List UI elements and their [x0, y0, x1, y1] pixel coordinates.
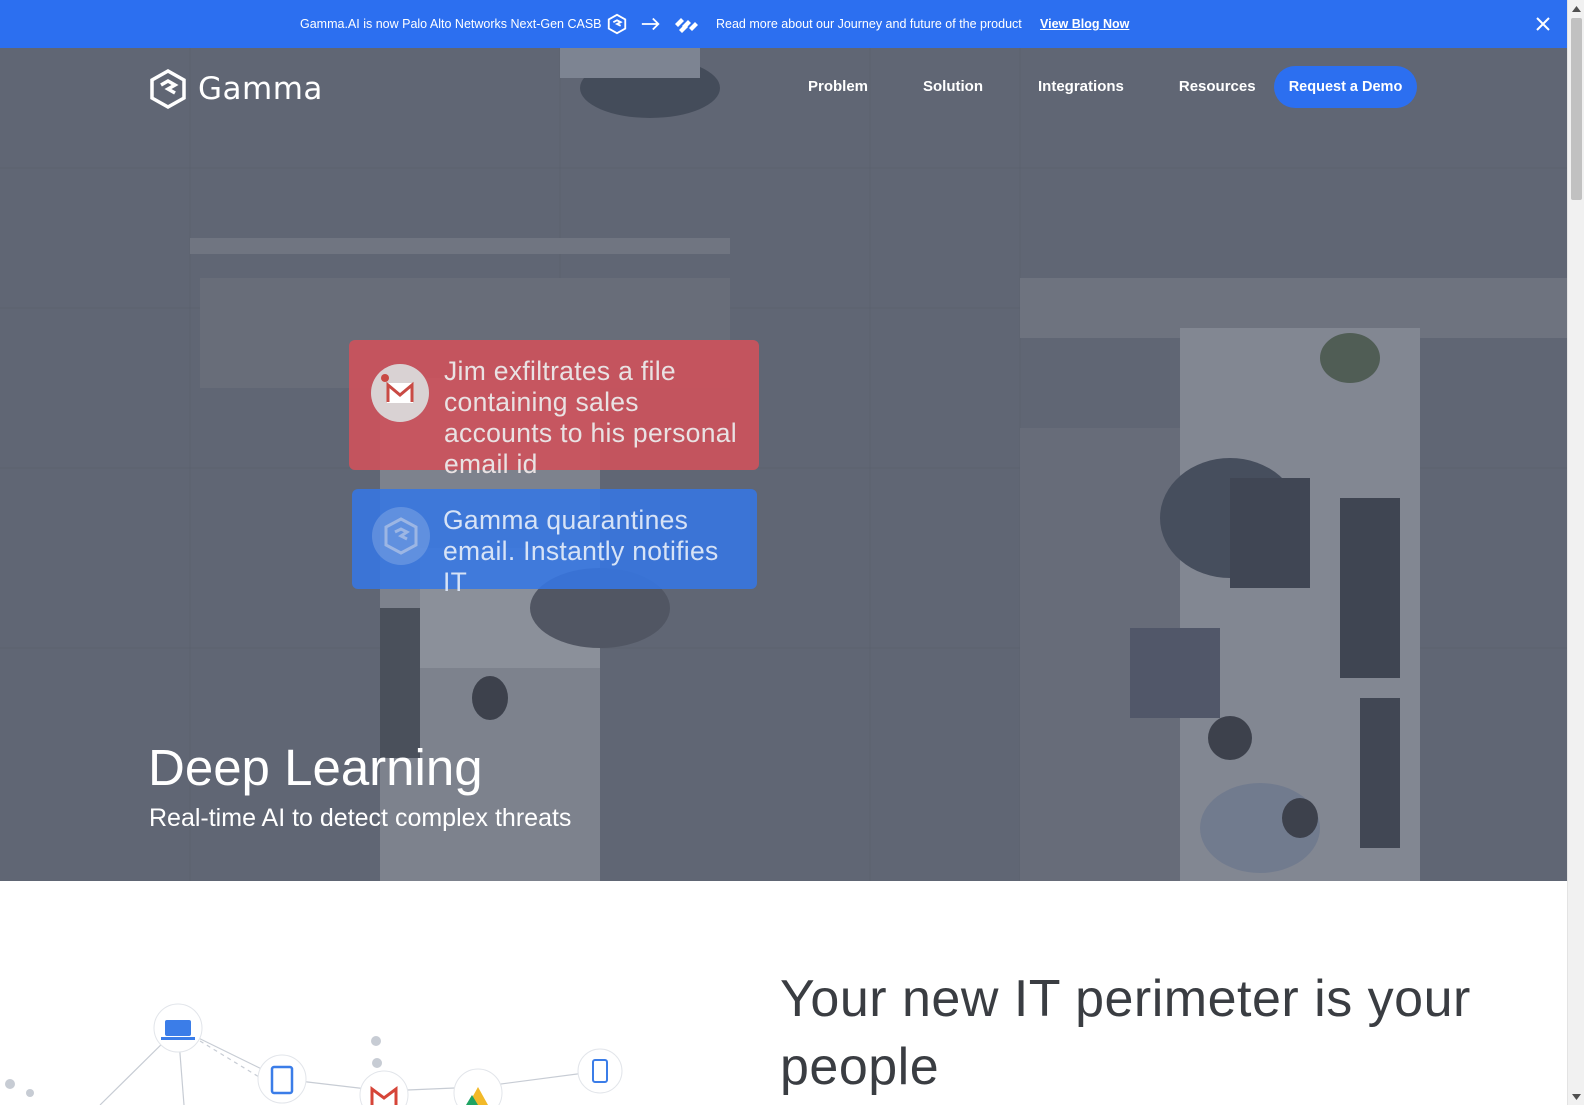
- announcement-banner: Gamma.AI is now Palo Alto Networks Next-…: [0, 0, 1567, 48]
- network-illustration: [5, 1003, 623, 1105]
- nav-resources[interactable]: Resources: [1179, 78, 1256, 95]
- scroll-down-arrow-icon[interactable]: [1568, 1088, 1584, 1105]
- quarantine-card: Gamma quarantines email. Instantly notif…: [352, 489, 757, 597]
- palo-alto-logo-icon: [675, 18, 698, 33]
- gmail-alert-icon: [371, 364, 429, 422]
- perimeter-section: Your new IT perimeter is your people: [0, 881, 1567, 1105]
- view-blog-link[interactable]: View Blog Now: [1040, 17, 1129, 31]
- hero-subtitle: Real-time AI to detect complex threats: [149, 804, 572, 832]
- logo-text: Gamma: [198, 71, 323, 107]
- gamma-logo-icon: [607, 13, 627, 35]
- hero-title: Deep Learning: [148, 739, 483, 796]
- section-heading: Your new IT perimeter is your people: [780, 970, 1471, 1096]
- scroll-up-arrow-icon[interactable]: [1568, 0, 1584, 17]
- arrow-right-icon: [641, 17, 660, 31]
- nav-integrations[interactable]: Integrations: [1038, 78, 1124, 95]
- quarantine-message: Gamma quarantines email. Instantly notif…: [443, 505, 719, 597]
- gamma-hexagon-icon: [150, 68, 186, 110]
- scrollbar-thumb[interactable]: [1571, 18, 1582, 200]
- request-demo-button[interactable]: Request a Demo: [1274, 66, 1417, 108]
- gamma-shield-icon: [372, 507, 430, 565]
- gamma-logo[interactable]: Gamma: [148, 68, 323, 110]
- page-scrollbar[interactable]: [1567, 0, 1584, 1105]
- banner-read-more: Read more about our Journey and future o…: [716, 17, 1022, 31]
- alert-card: Jim exfiltrates a file containing sales …: [349, 340, 759, 479]
- alert-message: Jim exfiltrates a file containing sales …: [444, 356, 737, 479]
- hero-section: Gamma Problem Solution Integrations Reso…: [0, 48, 1567, 881]
- laptop-icon: [165, 1020, 191, 1036]
- nav-problem[interactable]: Problem: [808, 78, 868, 95]
- main-nav: Problem Solution Integrations Resources: [808, 78, 1311, 95]
- banner-announcement: Gamma.AI is now Palo Alto Networks Next-…: [300, 17, 602, 31]
- nav-solution[interactable]: Solution: [923, 78, 983, 95]
- close-icon[interactable]: [1532, 13, 1554, 35]
